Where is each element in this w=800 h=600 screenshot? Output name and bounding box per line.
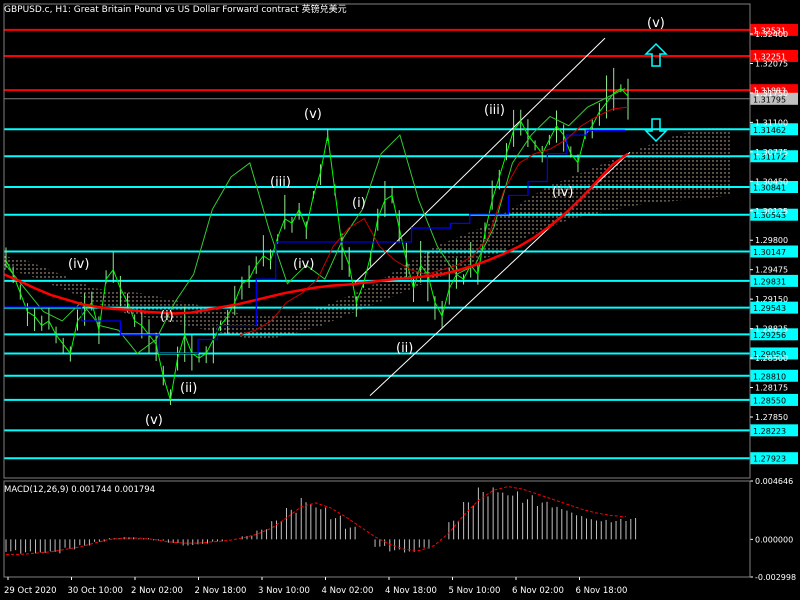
y-tick-label: 1.30775 [755,148,788,157]
x-tick-label: 4 Nov 02:00 [322,586,374,596]
y-tick-label: 1.32075 [755,59,788,68]
y-tick-label: 1.30450 [755,177,788,186]
y-tick-label: 1.27850 [755,413,788,422]
y-tick-label: 1.29800 [755,236,788,245]
wave-label: (iii) [270,175,291,190]
wave-label: (iv) [293,257,314,272]
macd-y-tick-label: 0.004646 [755,477,793,486]
y-tick-label: 1.30125 [755,207,788,216]
macd-y-tick-label: -0.002998 [755,573,796,582]
y-tick-label: 1.28500 [755,354,788,363]
level-price-label: 1.28810 [753,372,786,381]
wave-label: (ii) [180,381,197,396]
wave-label: (iv) [68,257,89,272]
level-price-label: 1.30147 [753,248,786,257]
y-tick-label: 1.31100 [755,118,788,127]
y-tick-label: 1.28825 [755,325,788,334]
wave-label: (i) [160,309,174,324]
y-tick-label: 1.32400 [755,30,788,39]
x-tick-label: 5 Nov 10:00 [449,586,501,596]
x-tick-label: 4 Nov 18:00 [385,586,437,596]
level-price-label: 1.27923 [753,455,786,464]
y-tick-label: 1.29475 [755,266,788,275]
x-tick-label: 2 Nov 18:00 [195,586,247,596]
wave-label: (i) [352,196,366,211]
level-price-label: 1.28550 [753,396,786,405]
y-tick-label: 1.29150 [755,295,788,304]
price-chart: 1.325311.322511.318831.314621.311721.308… [0,0,800,600]
x-tick-label: 3 Nov 10:00 [258,586,310,596]
wave-label: (v) [145,413,163,428]
y-tick-label: 1.28175 [755,384,788,393]
x-tick-label: 6 Nov 18:00 [576,586,628,596]
x-tick-label: 29 Oct 2020 [4,586,57,596]
macd-y-tick-label: 0.000000 [755,535,793,544]
level-price-label: 1.29831 [753,277,786,286]
wave-label: (v) [304,107,322,122]
x-tick-label: 2 Nov 02:00 [131,586,183,596]
y-tick-label: 1.31750 [755,89,788,98]
x-tick-label: 6 Nov 02:00 [512,586,564,596]
macd-label: MACD(12,26,9) 0.001744 0.001794 [4,485,155,495]
wave-label: (ii) [396,341,413,356]
x-tick-label: 30 Oct 10:00 [68,586,123,596]
wave-label: (iii) [484,103,505,118]
chart-title: GBPUSD.c, H1: Great Britain Pound vs US … [4,3,347,15]
wave-label: (iv) [552,185,573,200]
wave-label: (v) [647,16,665,31]
level-price-label: 1.29543 [753,304,786,313]
level-price-label: 1.28223 [753,427,786,436]
